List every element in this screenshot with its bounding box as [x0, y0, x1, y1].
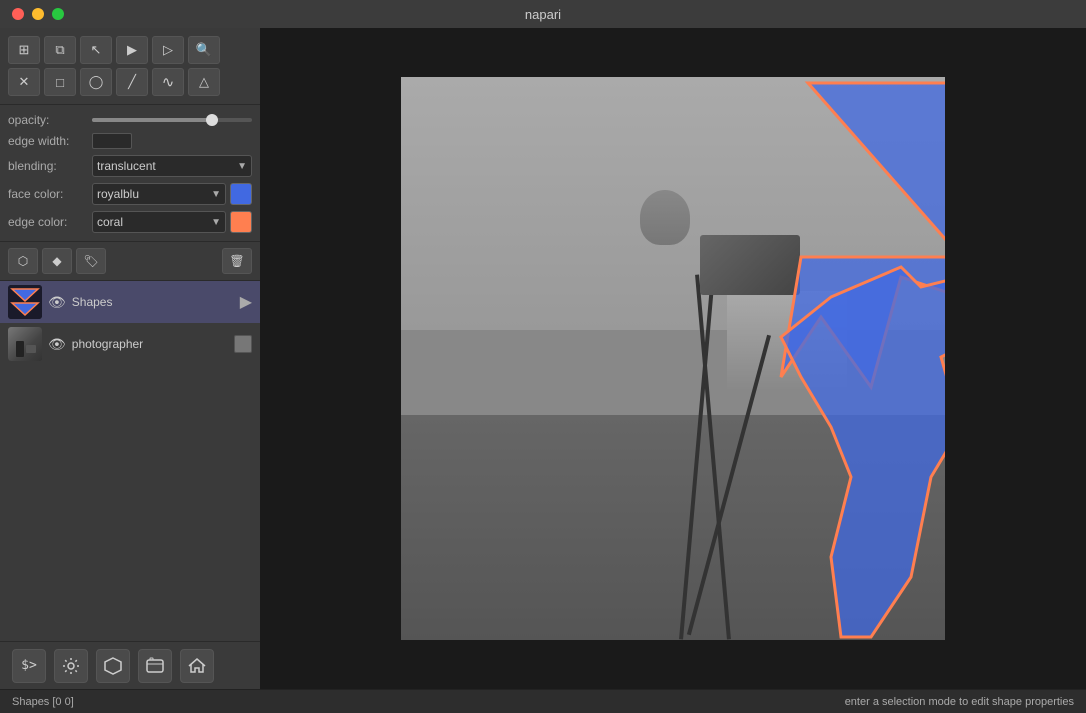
copy-tool[interactable]: ⧉: [44, 36, 76, 64]
shape-toolbar: ⊞ ⧉ ↖ ▶ ▷ 🔍 ✕ □ ◯ ╱ ∿ △: [0, 28, 260, 105]
blending-arrow-icon: ▼: [237, 161, 247, 172]
shapes-layer-thumbnail: [8, 285, 42, 319]
delete-layer-button[interactable]: 🗑: [222, 248, 252, 274]
maximize-button[interactable]: [52, 8, 64, 20]
opacity-row: opacity:: [8, 113, 252, 127]
preferences-button[interactable]: [54, 649, 88, 683]
person-body-shape[interactable]: [781, 267, 945, 637]
shapes-layer-name: Shapes: [72, 295, 234, 309]
opacity-label: opacity:: [8, 113, 88, 127]
ellipse-tool[interactable]: ◯: [80, 68, 112, 96]
minimize-button[interactable]: [32, 8, 44, 20]
grid-tool[interactable]: ⊞: [8, 36, 40, 64]
status-left: Shapes [0 0]: [12, 696, 74, 708]
face-color-arrow-icon: ▼: [211, 189, 221, 200]
status-bar: Shapes [0 0] enter a selection mode to e…: [0, 689, 1086, 713]
left-panel: ⊞ ⧉ ↖ ▶ ▷ 🔍 ✕ □ ◯ ╱ ∿ △ opacity:: [0, 28, 260, 689]
canvas-container: [401, 77, 945, 640]
shapes-layer-type-icon: ▶: [240, 292, 252, 312]
face-color-name: royalblu: [97, 187, 139, 201]
blending-label: blending:: [8, 159, 88, 173]
transform-tool[interactable]: ↖: [80, 36, 112, 64]
edge-color-label: edge color:: [8, 215, 88, 229]
opacity-slider[interactable]: [92, 118, 252, 122]
toolbar-row-2: ✕ □ ◯ ╱ ∿ △: [8, 68, 252, 96]
line-tool[interactable]: ╱: [116, 68, 148, 96]
delete-shape-tool[interactable]: ✕: [8, 68, 40, 96]
bottom-toolbar: $>: [0, 641, 260, 689]
add-labels-button[interactable]: 🏷: [76, 248, 106, 274]
titlebar: napari: [0, 0, 1086, 28]
terminal-button[interactable]: $>: [12, 649, 46, 683]
edge-color-name: coral: [97, 215, 123, 229]
polygon-tool[interactable]: △: [188, 68, 220, 96]
shapes-layer-item[interactable]: 👁 Shapes ▶: [0, 281, 260, 323]
shape-properties: opacity: edge width: blending: transluce…: [0, 105, 260, 242]
add-points-button[interactable]: ⬡: [8, 248, 38, 274]
edge-color-arrow-icon: ▼: [211, 217, 221, 228]
rectangle-tool[interactable]: □: [44, 68, 76, 96]
toolbar-row-1: ⊞ ⧉ ↖ ▶ ▷ 🔍: [8, 36, 252, 64]
shapes-overlay: [401, 77, 945, 640]
canvas-area[interactable]: [260, 28, 1086, 689]
face-color-label: face color:: [8, 187, 88, 201]
photographer-layer-thumbnail: [8, 327, 42, 361]
close-button[interactable]: [12, 8, 24, 20]
photographer-layer-item[interactable]: 👁 photographer: [0, 323, 260, 365]
edge-color-swatch[interactable]: [230, 211, 252, 233]
photographer-layer-visibility[interactable]: 👁: [48, 336, 66, 353]
edge-color-select[interactable]: coral ▼: [92, 211, 226, 233]
blending-select[interactable]: translucent ▼: [92, 155, 252, 177]
triangle-shape[interactable]: [808, 83, 945, 257]
photographer-layer-name: photographer: [72, 337, 228, 351]
face-color-select[interactable]: royalblu ▼: [92, 183, 226, 205]
edge-width-input[interactable]: [92, 133, 132, 149]
blending-row: blending: translucent ▼: [8, 155, 252, 177]
vertex-select-tool[interactable]: ▷: [152, 36, 184, 64]
screenshot-button[interactable]: [138, 649, 172, 683]
edge-color-row: edge color: coral ▼: [8, 211, 252, 233]
face-color-row: face color: royalblu ▼: [8, 183, 252, 205]
add-shapes-button[interactable]: ◆: [42, 248, 72, 274]
layer-controls: ⬡ ◆ 🏷 🗑: [0, 242, 260, 281]
layers-list: 👁 Shapes ▶ 👁 photographer: [0, 281, 260, 641]
plugin-button[interactable]: [96, 649, 130, 683]
blending-value: translucent: [97, 159, 156, 173]
face-color-swatch[interactable]: [230, 183, 252, 205]
zoom-tool[interactable]: 🔍: [188, 36, 220, 64]
select-tool[interactable]: ▶: [116, 36, 148, 64]
home-button[interactable]: [180, 649, 214, 683]
edge-width-label: edge width:: [8, 134, 88, 148]
app-title: napari: [525, 7, 561, 22]
main-layout: ⊞ ⧉ ↖ ▶ ▷ 🔍 ✕ □ ◯ ╱ ∿ △ opacity:: [0, 28, 1086, 689]
path-tool[interactable]: ∿: [152, 68, 184, 96]
edge-width-row: edge width:: [8, 133, 252, 149]
window-controls[interactable]: [12, 8, 64, 20]
status-right: enter a selection mode to edit shape pro…: [845, 696, 1074, 708]
photographer-layer-color-swatch: [234, 335, 252, 353]
shapes-layer-visibility[interactable]: 👁: [48, 294, 66, 311]
